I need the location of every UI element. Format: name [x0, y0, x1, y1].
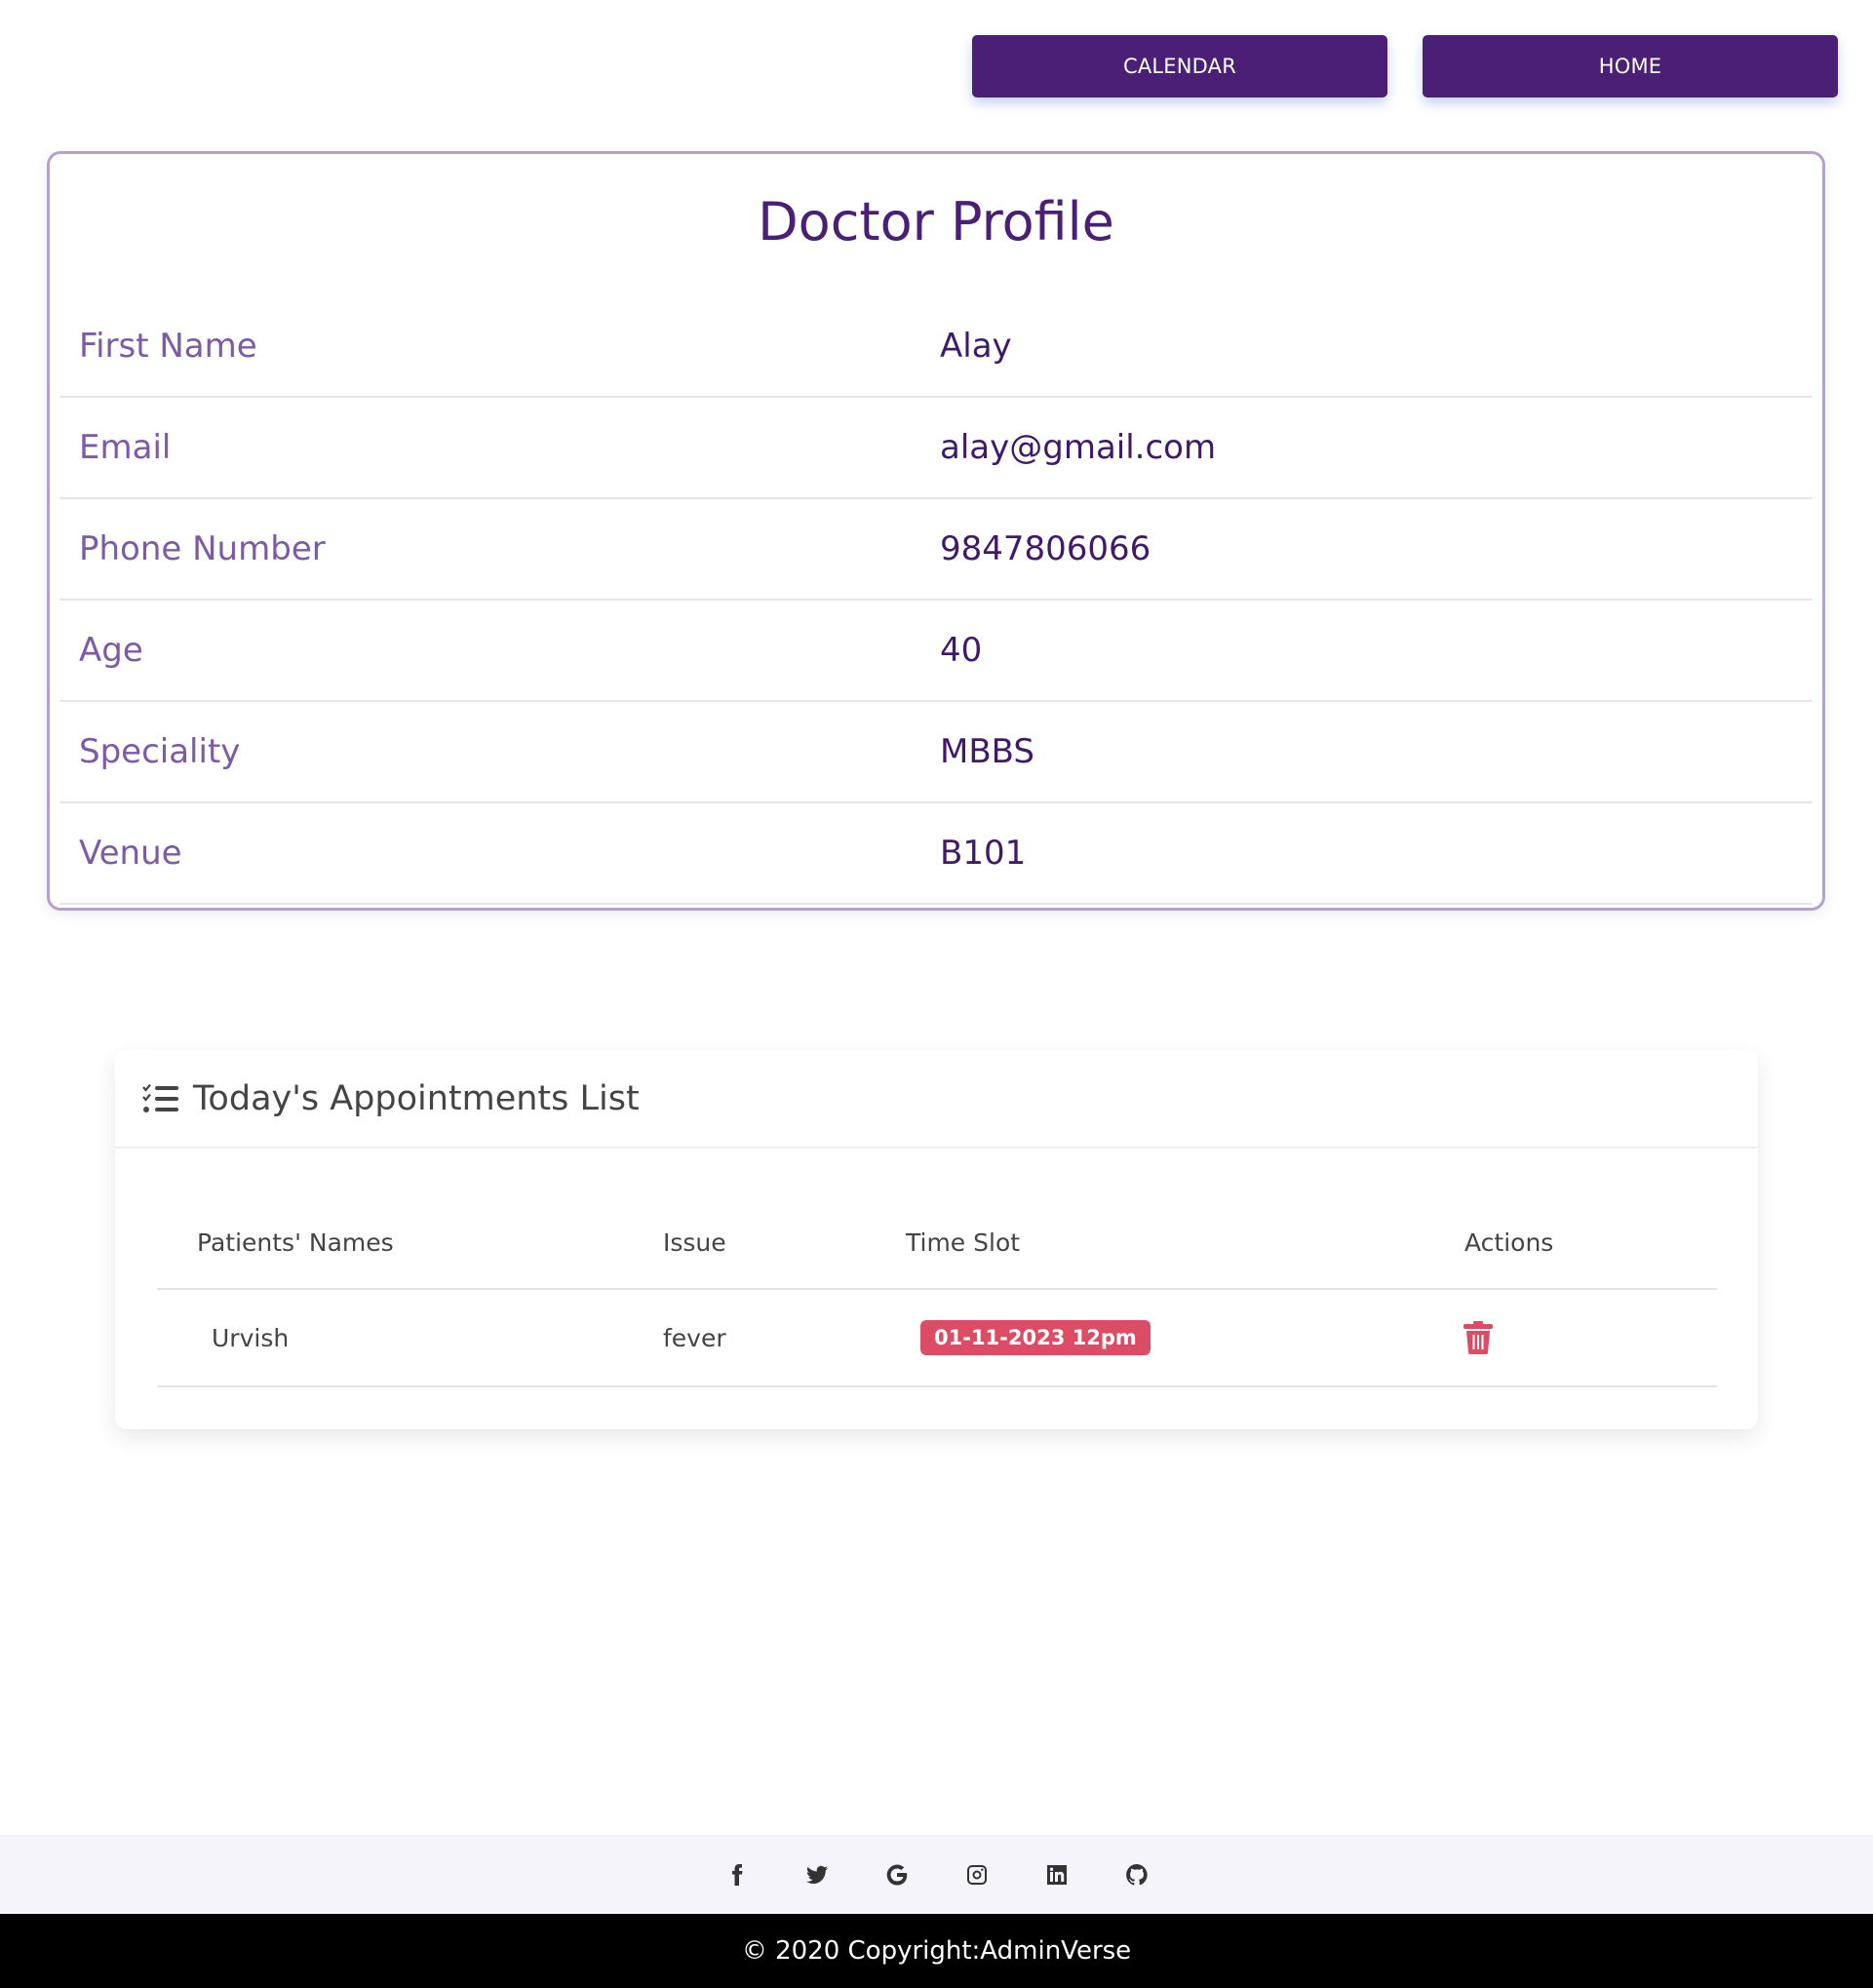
profile-row-phone: Phone Number 9847806066	[59, 499, 1813, 601]
column-header-issue: Issue	[663, 1228, 726, 1257]
profile-title: Doctor Profile	[758, 191, 1114, 253]
copyright-text: © 2020 Copyright:AdminVerse	[0, 1914, 1873, 1988]
table-row: Urvish fever 01-11-2023 12pm	[157, 1290, 1717, 1387]
profile-row-age: Age 40	[59, 601, 1813, 702]
field-label: Speciality	[79, 732, 241, 771]
patient-name: Urvish	[212, 1323, 290, 1352]
field-label: Email	[79, 428, 172, 467]
profile-row-email: Email alay@gmail.com	[59, 398, 1813, 499]
field-value: B101	[940, 834, 1027, 873]
column-header-actions: Actions	[1464, 1228, 1554, 1257]
profile-row-speciality: Speciality MBBS	[59, 702, 1813, 803]
patient-issue: fever	[663, 1323, 726, 1352]
profile-fields: First Name Alay Email alay@gmail.com Pho…	[59, 296, 1813, 905]
profile-row-first-name: First Name Alay	[59, 296, 1813, 398]
linkedin-icon[interactable]	[1044, 1862, 1070, 1888]
social-links	[0, 1835, 1873, 1914]
field-value: 40	[940, 631, 983, 670]
table-header-row: Patients' Names Issue Time Slot Actions	[157, 1196, 1717, 1290]
time-slot-cell: 01-11-2023 12pm	[920, 1290, 1151, 1385]
field-label: Age	[79, 631, 143, 670]
field-value: alay@gmail.com	[940, 428, 1217, 467]
appointments-table: Patients' Names Issue Time Slot Actions …	[157, 1196, 1717, 1387]
field-label: First Name	[79, 327, 257, 366]
field-value: MBBS	[940, 732, 1034, 771]
actions-cell	[1463, 1290, 1493, 1385]
field-value: 9847806066	[940, 529, 1151, 568]
calendar-button[interactable]: CALENDAR	[972, 35, 1387, 97]
doctor-profile-card: Doctor Profile First Name Alay Email ala…	[47, 151, 1825, 911]
github-icon[interactable]	[1124, 1862, 1150, 1888]
column-header-patient: Patients' Names	[197, 1228, 394, 1257]
column-header-time-slot: Time Slot	[906, 1228, 1021, 1257]
appointments-header: Today's Appointments List	[115, 1050, 1758, 1149]
appointments-card: Today's Appointments List Patients' Name…	[115, 1050, 1758, 1429]
list-check-icon	[142, 1083, 178, 1112]
field-label: Phone Number	[79, 529, 326, 568]
trash-icon[interactable]	[1463, 1321, 1493, 1354]
field-value: Alay	[940, 327, 1012, 366]
twitter-icon[interactable]	[804, 1862, 830, 1888]
instagram-icon[interactable]	[964, 1862, 990, 1888]
appointments-title: Today's Appointments List	[193, 1078, 640, 1118]
google-icon[interactable]	[884, 1862, 910, 1888]
field-label: Venue	[79, 834, 182, 873]
home-button[interactable]: HOME	[1423, 35, 1838, 97]
profile-row-venue: Venue B101	[59, 803, 1813, 905]
facebook-icon[interactable]	[724, 1862, 750, 1888]
time-slot-badge: 01-11-2023 12pm	[920, 1320, 1151, 1355]
